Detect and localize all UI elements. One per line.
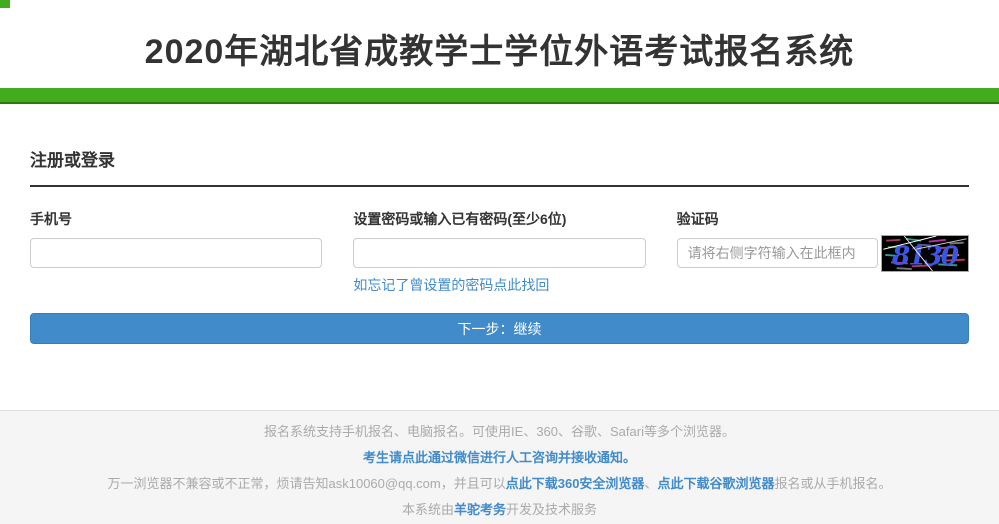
download-360-browser-link[interactable]: 点此下载360安全浏览器 xyxy=(506,476,645,491)
footer-line3-text2: 报名或从手机报名。 xyxy=(774,476,891,491)
page-header: 2020年湖北省成教学士学位外语考试报名系统 xyxy=(0,0,999,88)
footer-line3-separator: 、 xyxy=(644,476,657,491)
corner-accent xyxy=(0,0,10,8)
page-title: 2020年湖北省成教学士学位外语考试报名系统 xyxy=(0,24,999,73)
section-divider xyxy=(30,185,969,187)
next-step-button[interactable]: 下一步：继续 xyxy=(30,313,969,344)
forgot-password-link[interactable]: 如忘记了曾设置的密码点此找回 xyxy=(353,275,549,295)
phone-input[interactable] xyxy=(30,238,322,268)
footer-line3-text1: 万一浏览器不兼容或不正常，烦请告知ask10060@qq.com，并且可以 xyxy=(108,476,506,491)
main-content: 注册或登录 手机号 设置密码或输入已有密码(至少6位) 如忘记了曾设置的密码点此… xyxy=(30,146,969,344)
password-field-group: 设置密码或输入已有密码(至少6位) 如忘记了曾设置的密码点此找回 xyxy=(353,209,645,295)
download-chrome-browser-link[interactable]: 点此下载谷歌浏览器 xyxy=(657,476,774,491)
captcha-row: 8130 xyxy=(677,238,969,272)
footer-credit: 本系统由羊驼考务开发及技术服务 xyxy=(0,497,999,523)
footer-credit-text1: 本系统由 xyxy=(402,502,454,517)
green-divider-bar xyxy=(0,88,999,104)
captcha-field-group: 验证码 xyxy=(677,209,969,295)
captcha-input[interactable] xyxy=(677,238,878,268)
footer-compatibility-note: 万一浏览器不兼容或不正常，烦请告知ask10060@qq.com，并且可以点此下… xyxy=(0,471,999,497)
page-footer: 报名系统支持手机报名、电脑报名。可使用IE、360、谷歌、Safari等多个浏览… xyxy=(0,410,999,524)
footer-credit-text2: 开发及技术服务 xyxy=(506,502,597,517)
captcha-label: 验证码 xyxy=(677,209,969,229)
yangtuo-kaowu-link[interactable]: 羊驼考务 xyxy=(454,502,506,517)
password-input[interactable] xyxy=(353,238,645,268)
footer-browser-note: 报名系统支持手机报名、电脑报名。可使用IE、360、谷歌、Safari等多个浏览… xyxy=(0,419,999,445)
password-label: 设置密码或输入已有密码(至少6位) xyxy=(353,209,645,229)
registration-form: 手机号 设置密码或输入已有密码(至少6位) 如忘记了曾设置的密码点此找回 验证码 xyxy=(30,209,969,295)
phone-label: 手机号 xyxy=(30,209,322,229)
phone-field-group: 手机号 xyxy=(30,209,322,295)
captcha-image[interactable]: 8130 xyxy=(881,235,969,272)
wechat-consult-link[interactable]: 考生请点此通过微信进行人工咨询并接收通知。 xyxy=(363,450,636,465)
section-heading: 注册或登录 xyxy=(30,146,969,171)
